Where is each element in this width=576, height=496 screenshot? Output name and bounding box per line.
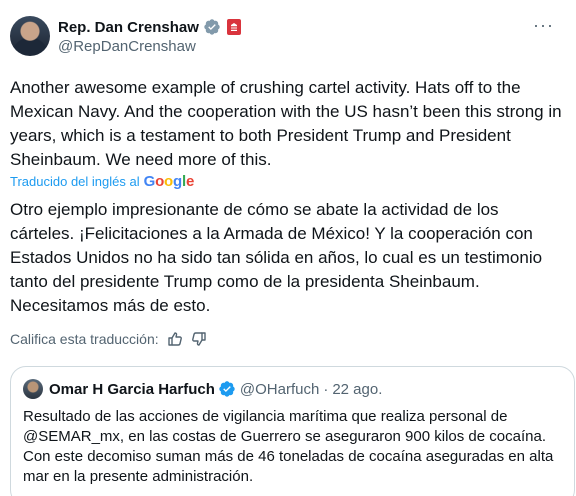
house-badge-icon[interactable] — [226, 19, 241, 35]
translated-text: Otro ejemplo impresionante de cómo se ab… — [10, 200, 543, 315]
author-display-name[interactable]: Rep. Dan Crenshaw — [58, 19, 199, 36]
verified-badge-icon[interactable] — [218, 380, 236, 398]
thumbs-down-icon[interactable] — [191, 331, 207, 347]
quoted-author-handle[interactable]: @OHarfuch — [240, 381, 319, 398]
thumbs-up-icon[interactable] — [167, 331, 183, 347]
quoted-tweet[interactable]: Omar H Garcia Harfuch @OHarfuch · 22 ago… — [10, 366, 575, 496]
author-handle[interactable]: @RepDanCrenshaw — [58, 38, 196, 55]
author-name-row: Rep. Dan Crenshaw — [58, 17, 241, 37]
quoted-author-avatar[interactable] — [23, 379, 43, 399]
more-options-icon[interactable]: ··· — [533, 16, 554, 34]
author-avatar[interactable] — [10, 16, 50, 56]
tweet-text: Another awesome example of crushing cart… — [10, 78, 562, 169]
verified-badge-icon[interactable] — [203, 18, 221, 36]
quoted-author-name[interactable]: Omar H Garcia Harfuch — [49, 381, 215, 398]
translation-label: Traducido del inglés al — [10, 174, 140, 189]
google-logo: Google — [143, 173, 195, 190]
rate-translation-label: Califica esta traducción: — [10, 331, 159, 347]
quoted-tweet-text: Resultado de las acciones de vigilancia … — [23, 408, 554, 485]
quoted-timestamp[interactable]: 22 ago. — [332, 381, 382, 398]
separator-dot: · — [323, 380, 329, 398]
quoted-tweet-header: Omar H Garcia Harfuch @OHarfuch · 22 ago… — [23, 379, 382, 399]
translation-attribution[interactable]: Traducido del inglés al Google — [10, 173, 194, 190]
rate-translation-row: Califica esta traducción: — [10, 331, 207, 347]
tweet-header: Rep. Dan Crenshaw @RepDanCrenshaw ··· — [10, 16, 566, 60]
